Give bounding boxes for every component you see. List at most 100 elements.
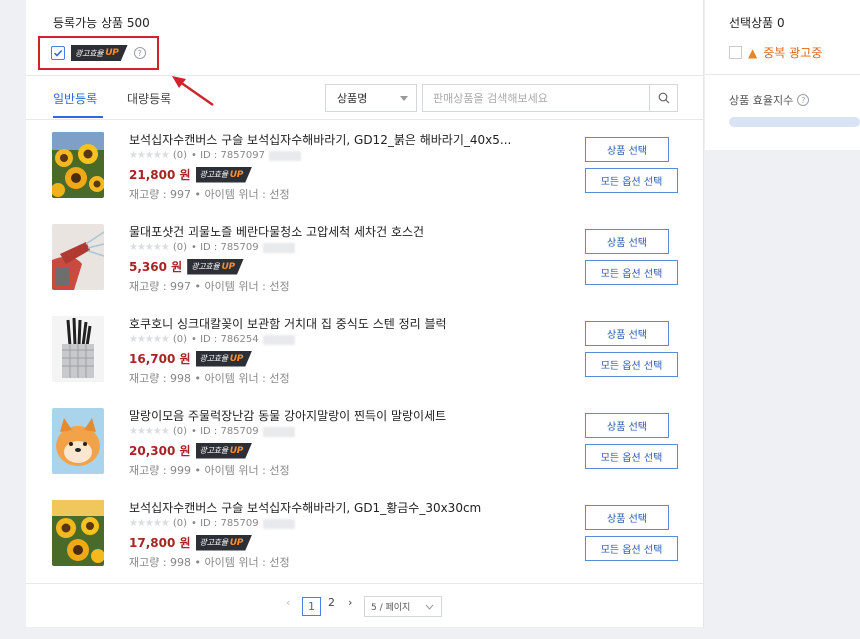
- price-row: 20,300 원 광고효율 UP: [129, 442, 253, 459]
- product-id: • ID : 785709: [191, 242, 259, 253]
- select-product-button[interactable]: 상품 선택: [585, 229, 669, 254]
- product-price: 17,800 원: [129, 536, 191, 550]
- duplicate-ad-checkbox[interactable]: [729, 46, 742, 59]
- ad-efficiency-badge: 광고효율 UP: [71, 45, 128, 61]
- product-title[interactable]: 말랑이모음 주물럭장난감 동물 강아지말랑이 찐득이 말랑이세트: [129, 407, 446, 424]
- ad-efficiency-badge: 광고효율 UP: [195, 534, 253, 551]
- price-row: 16,700 원 광고효율 UP: [129, 350, 253, 367]
- stock-info: 재고량 : 999 • 아이템 위너 : 선정: [129, 464, 290, 477]
- badge-text: 광고효율: [199, 538, 229, 547]
- duplicate-ad-filter: ▲ 중복 광고중: [729, 44, 822, 61]
- page-2[interactable]: 2: [328, 596, 335, 609]
- id-blur: [262, 242, 295, 253]
- duplicate-ad-label: 중복 광고중: [763, 46, 823, 60]
- rating-stars-icon: ★★★★★: [129, 426, 170, 437]
- sunflower-image: [52, 132, 104, 198]
- select-all-options-button[interactable]: 모든 옵션 선택: [585, 536, 678, 561]
- badge-up: UP: [229, 353, 244, 364]
- product-item: 말랑이모음 주물럭장난감 동물 강아지말랑이 찐득이 말랑이세트 ★★★★★ (…: [26, 396, 704, 488]
- product-title[interactable]: 물대포샷건 괴물노즐 베란다물청소 고압세척 세차건 호스건: [129, 223, 424, 240]
- selected-panel: 선택상품 0 ▲ 중복 광고중 상품 효율지수 ?: [705, 0, 860, 150]
- badge-up: UP: [229, 445, 244, 456]
- product-meta: ★★★★★ (0) • ID : 785709: [129, 518, 295, 529]
- stock-info: 재고량 : 997 • 아이템 위너 : 선정: [129, 280, 290, 293]
- review-count: (0): [172, 426, 187, 437]
- id-blur: [269, 150, 301, 161]
- efficiency-index: 상품 효율지수 ?: [729, 92, 810, 108]
- selected-count: 0: [777, 16, 785, 30]
- id-blur: [262, 426, 295, 437]
- per-page-value: 5 / 페이지: [371, 603, 411, 613]
- select-all-options-button[interactable]: 모든 옵션 선택: [585, 168, 678, 193]
- product-id: • ID : 7857097: [191, 150, 265, 161]
- available-products: 등록가능 상품 500: [53, 14, 150, 31]
- badge-text: 광고효율: [199, 446, 229, 455]
- product-thumbnail: [52, 500, 104, 566]
- product-item: 호쿠호니 싱크대칼꽂이 보관함 거치대 집 중식도 스텐 정리 블럭 ★★★★★…: [26, 304, 704, 396]
- select-product-button[interactable]: 상품 선택: [585, 505, 669, 530]
- product-id: • ID : 785709: [191, 426, 259, 437]
- page: 등록가능 상품 500 광고효율 UP ? 일반등록 대량등록 상품명 판매상품…: [0, 0, 860, 639]
- search-field-select[interactable]: 상품명: [325, 84, 417, 112]
- header-area: 등록가능 상품 500 광고효율 UP ?: [26, 0, 703, 76]
- product-item: 보석십자수캔버스 구슬 보석십자수해바라기, GD12_붉은 해바라기_40x5…: [26, 120, 704, 212]
- selected-label: 선택상품: [729, 16, 774, 30]
- badge-text: 광고효율: [75, 48, 104, 58]
- review-count: (0): [172, 518, 187, 529]
- select-product-button[interactable]: 상품 선택: [585, 137, 669, 162]
- product-price: 20,300 원: [129, 444, 191, 458]
- check-icon: [53, 49, 63, 57]
- product-title[interactable]: 호쿠호니 싱크대칼꽂이 보관함 거치대 집 중식도 스텐 정리 블럭: [129, 315, 447, 332]
- prev-page-icon[interactable]: ‹: [286, 596, 290, 609]
- available-count: 500: [126, 16, 150, 30]
- select-product-button[interactable]: 상품 선택: [585, 321, 669, 346]
- ad-efficiency-filter: 광고효율 UP ?: [38, 36, 159, 70]
- product-title[interactable]: 보석십자수캔버스 구슬 보석십자수해바라기, GD1_황금수_30x30cm: [129, 499, 481, 516]
- rating-stars-icon: ★★★★★: [129, 334, 170, 345]
- stock-info: 재고량 : 998 • 아이템 위너 : 선정: [129, 556, 290, 569]
- price-row: 21,800 원 광고효율 UP: [129, 166, 253, 183]
- badge-up: UP: [105, 48, 119, 58]
- active-tab-indicator: [53, 116, 103, 118]
- efficiency-label: 상품 효율지수: [729, 94, 794, 107]
- review-count: (0): [172, 150, 187, 161]
- ad-efficiency-checkbox[interactable]: [51, 46, 65, 60]
- rating-stars-icon: ★★★★★: [129, 242, 170, 253]
- product-item: 물대포샷건 괴물노즐 베란다물청소 고압세척 세차건 호스건 ★★★★★ (0)…: [26, 212, 704, 304]
- select-product-button[interactable]: 상품 선택: [585, 413, 669, 438]
- help-icon[interactable]: ?: [797, 94, 810, 106]
- review-count: (0): [172, 334, 187, 345]
- per-page-select[interactable]: 5 / 페이지: [364, 596, 442, 617]
- ad-efficiency-badge: 광고효율 UP: [195, 350, 253, 367]
- product-price: 21,800 원: [129, 168, 191, 182]
- stock-info: 재고량 : 998 • 아이템 위너 : 선정: [129, 372, 290, 385]
- rating-stars-icon: ★★★★★: [129, 518, 170, 529]
- product-title[interactable]: 보석십자수캔버스 구슬 보석십자수해바라기, GD12_붉은 해바라기_40x5…: [129, 131, 511, 148]
- help-icon[interactable]: ?: [133, 47, 146, 59]
- chevron-down-icon: [400, 96, 408, 101]
- search-input[interactable]: [423, 85, 649, 111]
- next-page-icon[interactable]: ›: [348, 596, 352, 609]
- divider: [705, 74, 860, 75]
- select-all-options-button[interactable]: 모든 옵션 선택: [585, 444, 678, 469]
- product-thumbnail: [52, 316, 104, 382]
- badge-up: UP: [229, 169, 244, 180]
- badge-up: UP: [221, 261, 235, 272]
- select-all-options-button[interactable]: 모든 옵션 선택: [585, 260, 678, 285]
- page-current[interactable]: 1: [302, 597, 321, 616]
- price-row: 17,800 원 광고효율 UP: [129, 534, 253, 551]
- ad-efficiency-badge: 광고효율 UP: [187, 258, 244, 275]
- pagination: ‹ 1 2 › 5 / 페이지: [26, 583, 704, 627]
- search-box: [422, 84, 678, 112]
- id-blur: [262, 518, 295, 529]
- available-label: 등록가능 상품: [53, 16, 124, 30]
- select-all-options-button[interactable]: 모든 옵션 선택: [585, 352, 678, 377]
- chevron-down-icon: [425, 604, 434, 610]
- sunflower-image: [52, 500, 104, 566]
- product-list-panel: 등록가능 상품 500 광고효율 UP ? 일반등록 대량등록 상품명 판매상품…: [26, 0, 704, 627]
- tab-normal-registration[interactable]: 일반등록: [53, 90, 97, 107]
- product-item: 보석십자수캔버스 구슬 보석십자수해바라기, GD1_황금수_30x30cm ★…: [26, 488, 704, 580]
- tab-bulk-registration[interactable]: 대량등록: [127, 90, 171, 107]
- search-button[interactable]: [649, 85, 677, 111]
- id-blur: [262, 334, 295, 345]
